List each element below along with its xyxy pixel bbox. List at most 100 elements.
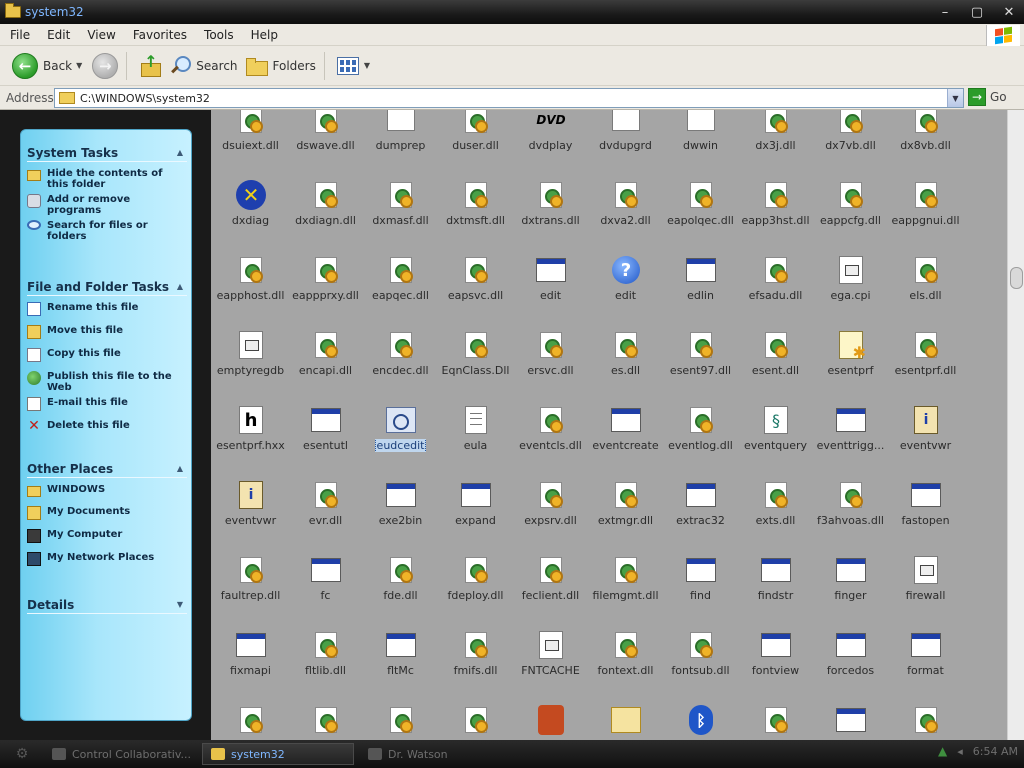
file-item[interactable]: i eventvwr [888,404,963,464]
file-item[interactable]: eapphost.dll [213,254,288,314]
file-item[interactable]: dx7vb.dll [813,110,888,164]
file-list-view[interactable]: dsuiext.dll dswave.dll dumprep duser.dll DVD… [211,110,1007,740]
task-rename-file[interactable]: Rename this file [27,302,187,316]
file-item[interactable]: FOXWWN... [213,704,288,740]
file-item[interactable]: dxmasf.dll [363,179,438,239]
file-item[interactable]: EqnClass.Dll [438,329,513,389]
menu-favorites[interactable]: Favorites [123,28,194,42]
file-item[interactable]: efsadu.dll [738,254,813,314]
file-item[interactable]: fixmapi [213,629,288,689]
file-item[interactable]: fontext.dll [588,629,663,689]
maximize-button[interactable]: ▢ [966,2,988,22]
file-item[interactable]: faultrep.dll [213,554,288,614]
file-item[interactable]: extmgr.dll [588,479,663,539]
file-item[interactable]: find [663,554,738,614]
address-dropdown-icon[interactable]: ▼ [947,89,963,107]
file-item[interactable]: dumprep [363,110,438,164]
file-item[interactable]: eudcedit [363,404,438,464]
file-item[interactable]: dsuiext.dll [213,110,288,164]
file-item[interactable]: fltMc [363,629,438,689]
file-item[interactable]: exe2bin [363,479,438,539]
file-item[interactable]: findstr [738,554,813,614]
file-item[interactable]: fdeploy.dll [438,554,513,614]
place-windows[interactable]: WINDOWS [27,484,187,497]
file-item[interactable]: encdec.dll [363,329,438,389]
taskbar-item-control-collaborative[interactable]: Control Collaborativ... [44,743,196,765]
file-item[interactable]: eappgnui.dll [888,179,963,239]
file-item[interactable]: dx3j.dll [738,110,813,164]
file-item[interactable]: fpntrrdr.dll [438,704,513,740]
file-item[interactable]: exts.dll [738,479,813,539]
file-item[interactable]: emptyregdb [213,329,288,389]
file-item[interactable]: eventcls.dll [513,404,588,464]
taskbar-item-system32[interactable]: system32 [202,743,354,765]
forward-button[interactable]: → [88,50,122,82]
file-item[interactable]: finger [813,554,888,614]
minimize-button[interactable]: – [934,2,956,22]
vertical-scrollbar[interactable] [1007,110,1024,740]
collapse-chevron-icon[interactable]: ▲ [177,464,183,473]
task-copy-file[interactable]: Copy this file [27,348,187,362]
file-item[interactable]: i eventvwr [213,479,288,539]
file-item[interactable]: fltlib.dll [288,629,363,689]
file-item[interactable]: FOXTUR.O... [288,704,363,740]
scrollbar-thumb[interactable] [1010,267,1023,289]
close-button[interactable]: ✕ [998,2,1020,22]
file-item[interactable]: fmifs.dll [438,629,513,689]
file-item[interactable]: DVD dvdplay [513,110,588,164]
file-item[interactable]: esentutl [288,404,363,464]
file-item[interactable]: esentprf [813,329,888,389]
file-item[interactable]: eventlog.dll [663,404,738,464]
file-item[interactable]: format [888,629,963,689]
file-item[interactable]: esent97.dll [663,329,738,389]
file-item[interactable]: ersvc.dll [513,329,588,389]
other-places-header[interactable]: Other Places ▲ [27,460,187,478]
address-input[interactable]: C:\WINDOWS\system32 ▼ [54,88,964,108]
file-item[interactable]: h esentprf.hxx [213,404,288,464]
task-hide-contents[interactable]: Hide the contents of this folder [27,168,187,190]
search-button[interactable]: Search [165,50,241,82]
file-item[interactable]: dxdiagn.dll [288,179,363,239]
file-item[interactable]: forcedos [813,629,888,689]
file-item[interactable]: eapqec.dll [363,254,438,314]
collapse-chevron-icon[interactable]: ▲ [177,282,183,291]
file-item[interactable]: edlin [663,254,738,314]
task-email-file[interactable]: E-mail this file [27,397,187,411]
folders-button[interactable]: Folders [242,50,320,82]
task-delete-file[interactable]: ✕ Delete this file [27,419,187,434]
file-item[interactable]: ✕ dxdiag [213,179,288,239]
file-item[interactable]: fontsub.dll [663,629,738,689]
file-item[interactable]: fsutil [813,704,888,740]
file-item[interactable]: dxtrans.dll [513,179,588,239]
task-publish-web[interactable]: Publish this file to the Web [27,371,187,393]
menu-help[interactable]: Help [241,28,285,42]
file-item[interactable]: ᛒfsquirt [663,704,738,740]
file-item[interactable]: fpmgrt [588,704,663,740]
network-status-icon[interactable]: ▲ [938,744,947,758]
file-item[interactable]: duser.dll [438,110,513,164]
place-my-computer[interactable]: My Computer [27,529,187,543]
file-item[interactable]: dvdupgrd [588,110,663,164]
file-item[interactable]: filemgmt.dll [588,554,663,614]
go-button[interactable]: → Go [968,88,1007,106]
file-item[interactable]: eapp3hst.dll [738,179,813,239]
start-button[interactable]: ⚙ [0,740,44,768]
file-item[interactable]: FPWPP.DLL [363,704,438,740]
file-item[interactable]: fde.dll [363,554,438,614]
file-item[interactable]: dwwin [663,110,738,164]
place-my-network-places[interactable]: My Network Places [27,552,187,566]
menu-file[interactable]: File [0,28,37,42]
system-tasks-header[interactable]: System Tasks ▲ [27,144,187,162]
file-tasks-header[interactable]: File and Folder Tasks ▲ [27,278,187,296]
volume-icon[interactable]: ◂ [957,745,963,758]
file-item[interactable]: ega.cpi [813,254,888,314]
place-my-documents[interactable]: My Documents [27,506,187,520]
taskbar-item-dr-watson[interactable]: Dr. Watson [360,743,512,765]
back-dropdown-icon[interactable]: ▼ [76,61,82,70]
views-button[interactable]: ▼ [333,50,374,82]
file-item[interactable]: ? edit [588,254,663,314]
file-item[interactable]: feclient.dll [513,554,588,614]
menu-edit[interactable]: Edit [37,28,77,42]
file-item[interactable]: eapsvc.dll [438,254,513,314]
file-item[interactable]: fpnpgr... [513,704,588,740]
